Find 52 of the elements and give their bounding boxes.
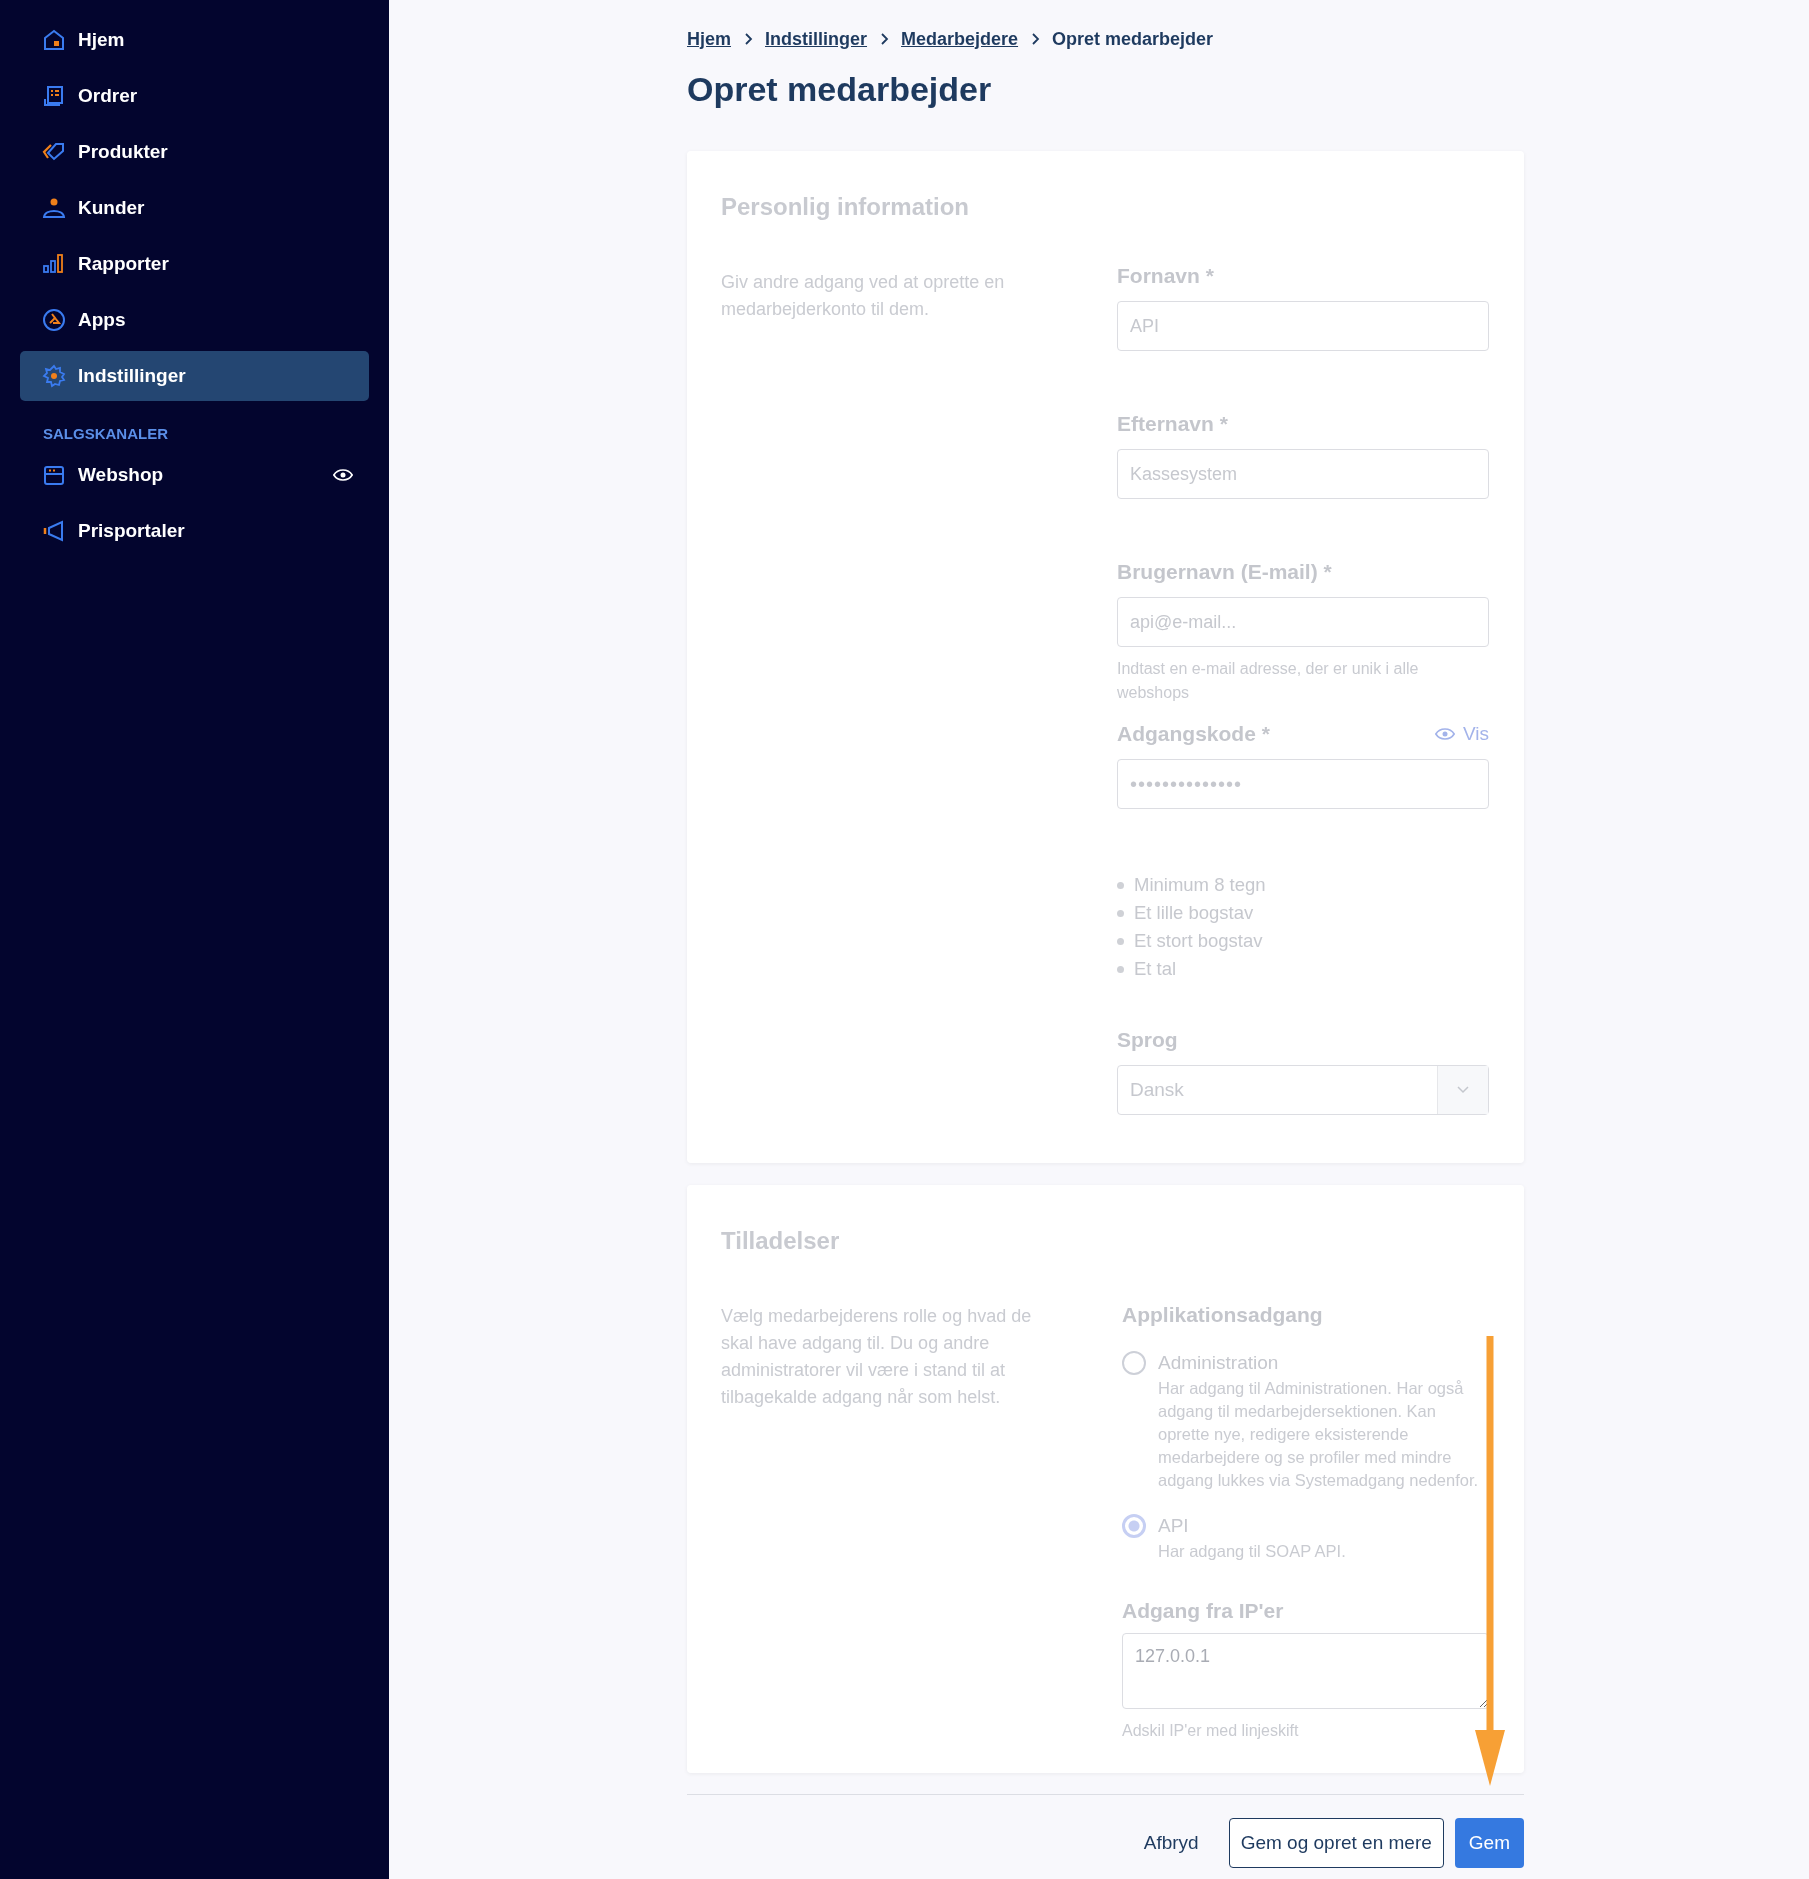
save-and-new-button[interactable]: Gem og opret en mere bbox=[1228, 1818, 1444, 1868]
field-label: Efternavn * bbox=[1117, 412, 1228, 436]
field-label: Adgang fra IP'er bbox=[1122, 1599, 1285, 1623]
sidebar-item[interactable]: Ordrer bbox=[20, 71, 369, 121]
breadcrumb-link[interactable]: Medarbejdere bbox=[901, 28, 1019, 50]
bullet-icon bbox=[1117, 881, 1124, 889]
field-label: Fornavn * bbox=[1117, 264, 1214, 288]
breadcrumb-link[interactable]: Indstillinger bbox=[765, 28, 868, 50]
section-heading: SALGSKANALER bbox=[42, 424, 169, 444]
field-label: Brugernavn (E-mail) * bbox=[1117, 560, 1332, 584]
option-label: Administration bbox=[1158, 1351, 1280, 1375]
field-label: Adgangskode * bbox=[1117, 722, 1270, 746]
page-title: Opret medarbejder bbox=[687, 70, 993, 109]
chevron-right-icon bbox=[743, 32, 753, 46]
chevron-down-icon bbox=[1457, 1086, 1469, 1094]
bullet-icon bbox=[1117, 965, 1124, 973]
person-icon bbox=[42, 196, 66, 220]
chevron-right-icon bbox=[1030, 32, 1041, 46]
eye-icon[interactable] bbox=[333, 468, 353, 482]
sidebar-item[interactable]: Hjem bbox=[20, 15, 369, 65]
sidebar-item[interactable]: Indstillinger bbox=[20, 351, 369, 401]
group-label: Applikationsadgang bbox=[1122, 1303, 1324, 1327]
sidebar-item[interactable]: Prisportaler bbox=[20, 506, 369, 556]
cancel-button[interactable]: Afbryd bbox=[1132, 1818, 1210, 1868]
field-label: Sprog bbox=[1117, 1028, 1178, 1052]
storefront-icon bbox=[42, 463, 66, 487]
radio-button[interactable] bbox=[1122, 1351, 1146, 1375]
gear-icon bbox=[42, 364, 66, 388]
bullet-icon bbox=[1117, 937, 1124, 945]
radio-button[interactable] bbox=[1122, 1514, 1146, 1538]
bullet-icon bbox=[1117, 909, 1124, 917]
apps-icon bbox=[42, 308, 66, 332]
megaphone-icon bbox=[42, 519, 66, 543]
bar-chart-icon bbox=[42, 252, 66, 276]
requirement-text: Et lille bogstav bbox=[1134, 901, 1254, 925]
eye-icon bbox=[1434, 727, 1455, 741]
requirement-text: Et tal bbox=[1134, 957, 1177, 981]
sidebar-item[interactable]: Webshop bbox=[20, 450, 369, 500]
receipt-icon bbox=[42, 84, 66, 108]
breadcrumb-current: Opret medarbejder bbox=[1052, 28, 1214, 50]
requirement-text: Et stort bogstav bbox=[1134, 929, 1263, 953]
breadcrumb-link[interactable]: Hjem bbox=[687, 28, 731, 50]
sidebar-item[interactable]: Produkter bbox=[20, 127, 369, 177]
save-button[interactable]: Gem bbox=[1454, 1818, 1524, 1868]
chevron-right-icon bbox=[879, 32, 890, 46]
requirement-text: Minimum 8 tegn bbox=[1134, 873, 1266, 897]
sidebar-item[interactable]: Rapporter bbox=[20, 239, 369, 289]
house-icon bbox=[42, 28, 66, 52]
ip-textarea[interactable]: 127.0.0.1 bbox=[1122, 1633, 1489, 1709]
sidebar-item[interactable]: Kunder bbox=[20, 183, 369, 233]
sidebar-item[interactable]: Apps bbox=[20, 295, 369, 345]
option-label: API bbox=[1158, 1514, 1190, 1538]
